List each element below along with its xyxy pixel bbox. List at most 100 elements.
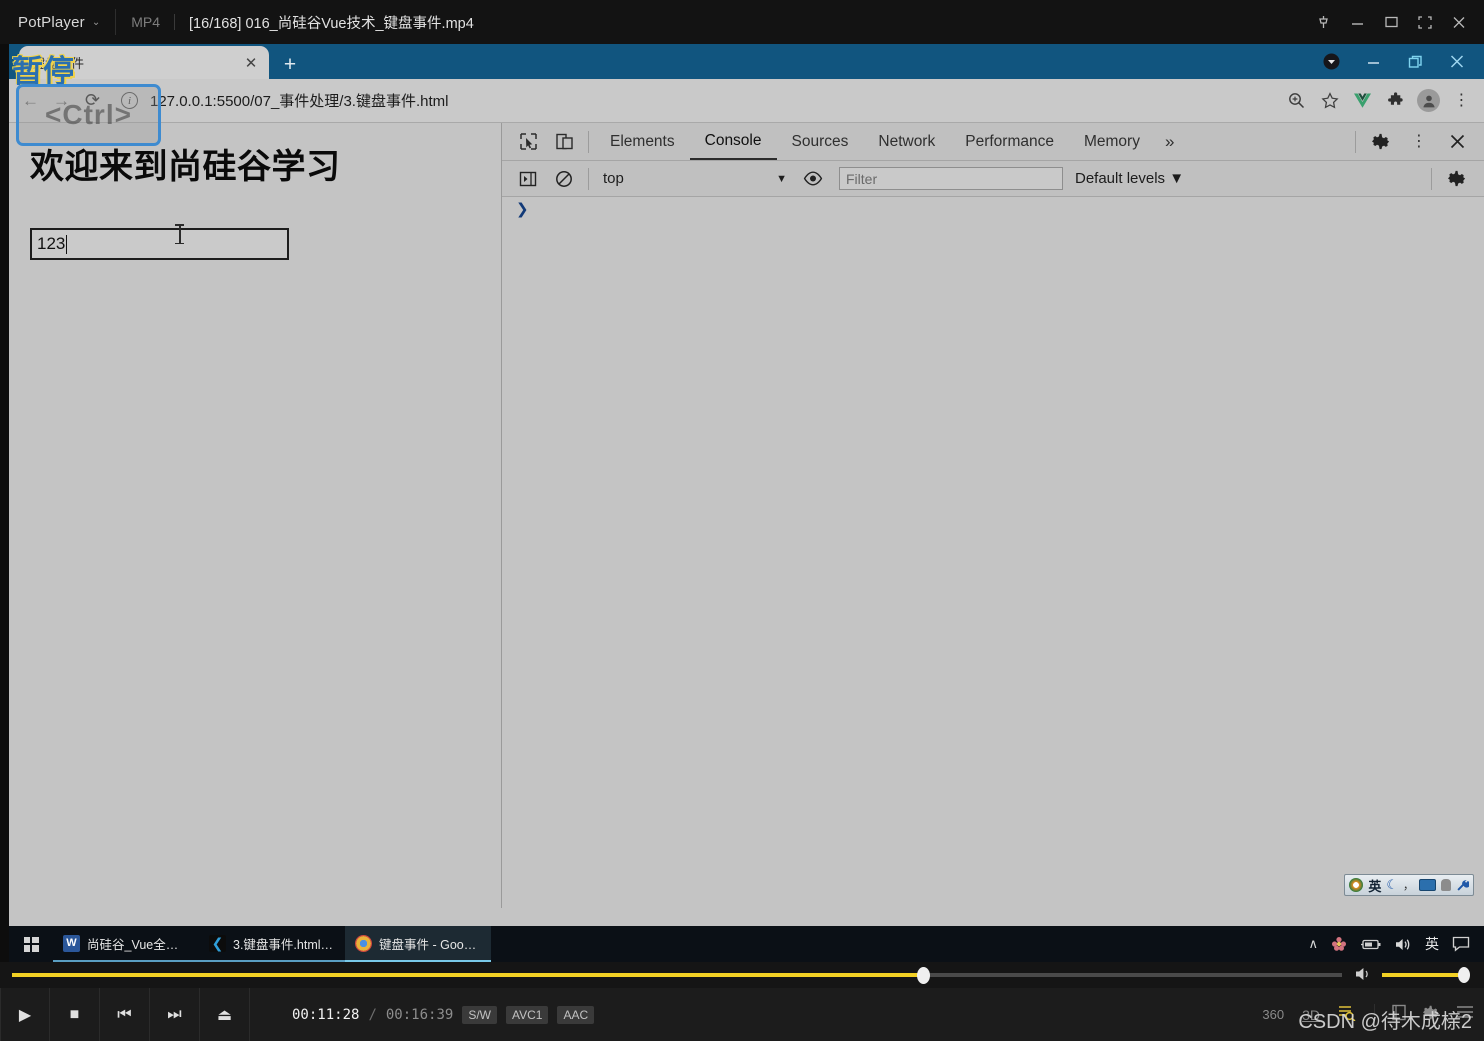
mouse-ibeam-cursor bbox=[175, 224, 184, 245]
tab-performance[interactable]: Performance bbox=[950, 123, 1069, 160]
live-expression-icon[interactable] bbox=[795, 164, 831, 194]
moon-icon[interactable]: ☾ bbox=[1386, 877, 1398, 893]
ime-tray-label[interactable]: 英 bbox=[1425, 934, 1439, 954]
more-options-icon[interactable]: ⋮ bbox=[1400, 127, 1438, 157]
chrome-browser-window: 键盘事件 ✕ + ← → ⟳ i 127.0.0.1:5500/07_事件处理/… bbox=[9, 44, 1484, 926]
console-settings-icon[interactable] bbox=[1438, 164, 1476, 194]
player-right-group bbox=[1374, 1003, 1474, 1026]
ime-floating-bar[interactable]: 英 ☾ ， bbox=[1344, 874, 1474, 896]
account-badge-icon[interactable] bbox=[1310, 46, 1352, 77]
console-output-area[interactable]: ❯ 英 ☾ ， bbox=[502, 197, 1484, 908]
titlebar-divider bbox=[115, 9, 117, 35]
zoom-in-icon[interactable] bbox=[1280, 84, 1313, 117]
volume-mute-icon[interactable] bbox=[1354, 966, 1374, 982]
input-value: 123 bbox=[37, 234, 66, 253]
bookmark-star-icon[interactable] bbox=[1313, 84, 1346, 117]
browser-toolbar: ← → ⟳ i 127.0.0.1:5500/07_事件处理/3.键盘事件.ht… bbox=[9, 79, 1484, 123]
eject-button[interactable]: ⏏ bbox=[200, 988, 250, 1041]
battery-icon[interactable] bbox=[1360, 938, 1381, 951]
seek-handle[interactable] bbox=[917, 967, 931, 984]
system-tray: ∧ 英 bbox=[1308, 934, 1484, 954]
punctuation-icon[interactable]: ， bbox=[1403, 877, 1414, 893]
list-icon[interactable] bbox=[1456, 1005, 1474, 1024]
playlist-search-icon[interactable] bbox=[1338, 1004, 1356, 1026]
previous-button[interactable]: ⏮ bbox=[100, 988, 150, 1041]
stop-button[interactable]: ■ bbox=[50, 988, 100, 1041]
execution-context-icon[interactable] bbox=[510, 164, 546, 194]
vscode-icon: ❮ bbox=[209, 934, 226, 952]
reload-button[interactable]: ⟳ bbox=[77, 85, 108, 116]
inspect-element-icon[interactable] bbox=[510, 127, 546, 157]
potplayer-app-name[interactable]: PotPlayer bbox=[0, 14, 85, 31]
minimize-icon[interactable] bbox=[1340, 6, 1374, 38]
filter-placeholder: Filter bbox=[846, 170, 878, 187]
taskbar-item-vscode[interactable]: ❮ 3.键盘事件.html - vu... bbox=[199, 926, 345, 962]
maximize-icon[interactable] bbox=[1374, 6, 1408, 38]
minimize-icon[interactable] bbox=[1352, 46, 1394, 77]
soft-keyboard-icon[interactable] bbox=[1419, 879, 1436, 891]
forward-button[interactable]: → bbox=[46, 85, 77, 116]
more-tabs-chevron-icon[interactable]: » bbox=[1155, 132, 1184, 152]
flower-icon[interactable] bbox=[1331, 936, 1347, 952]
play-button[interactable]: ▶ bbox=[0, 988, 50, 1041]
potplayer-titlebar: PotPlayer ⌄ MP4 [16/168] 016_尚硅谷Vue技术_键盘… bbox=[0, 0, 1484, 44]
seek-track[interactable] bbox=[12, 967, 1342, 984]
tab-console[interactable]: Console bbox=[689, 123, 777, 160]
fullscreen-icon[interactable] bbox=[1408, 6, 1442, 38]
clear-console-icon[interactable] bbox=[546, 164, 582, 194]
total-time: 00:16:39 bbox=[385, 1006, 454, 1023]
log-levels-dropdown[interactable]: Default levels ▼ bbox=[1075, 170, 1184, 187]
badge-audio-codec: AAC bbox=[557, 1005, 595, 1024]
address-bar[interactable]: i 127.0.0.1:5500/07_事件处理/3.键盘事件.html bbox=[115, 85, 1280, 116]
book-icon[interactable] bbox=[1391, 1004, 1407, 1026]
taskbar-item-label: 键盘事件 - Google ... bbox=[379, 937, 481, 952]
user-icon[interactable] bbox=[1441, 879, 1451, 891]
chrome-menu-icon[interactable]: ⋮ bbox=[1445, 84, 1478, 117]
tab-memory[interactable]: Memory bbox=[1069, 123, 1155, 160]
tab-close-icon[interactable]: ✕ bbox=[241, 53, 261, 73]
new-tab-button[interactable]: + bbox=[275, 51, 305, 79]
player-control-bar: ▶ ■ ⏮ ⏭ ⏏ 00:11:28 / 00:16:39 S/W AVC1 A… bbox=[0, 988, 1484, 1041]
360-icon[interactable]: 360 bbox=[1262, 1007, 1284, 1022]
extensions-puzzle-icon[interactable] bbox=[1379, 84, 1412, 117]
taskbar-item-chrome[interactable]: 键盘事件 - Google ... bbox=[345, 926, 491, 962]
back-button[interactable]: ← bbox=[15, 85, 46, 116]
sogou-logo-icon[interactable] bbox=[1349, 878, 1364, 892]
next-button[interactable]: ⏭ bbox=[150, 988, 200, 1041]
pin-icon[interactable] bbox=[1306, 6, 1340, 38]
context-value: top bbox=[603, 170, 624, 187]
tab-elements[interactable]: Elements bbox=[595, 123, 690, 160]
console-filter-input[interactable]: Filter bbox=[839, 167, 1063, 190]
volume-handle[interactable] bbox=[1458, 967, 1470, 983]
start-button[interactable] bbox=[9, 926, 53, 962]
potplayer-menu-caret-icon[interactable]: ⌄ bbox=[92, 17, 100, 28]
ime-mode-label[interactable]: 英 bbox=[1368, 876, 1381, 895]
tab-sources[interactable]: Sources bbox=[777, 123, 864, 160]
web-page-content: 欢迎来到尚硅谷学习 123 bbox=[9, 123, 501, 908]
3D-icon[interactable]: 3D bbox=[1302, 1007, 1320, 1023]
settings-gear-icon[interactable] bbox=[1362, 127, 1400, 157]
notification-icon[interactable] bbox=[1452, 936, 1470, 952]
close-icon[interactable] bbox=[1436, 46, 1478, 77]
device-toolbar-icon[interactable] bbox=[546, 127, 582, 157]
badge-video-codec: AVC1 bbox=[505, 1005, 549, 1024]
taskbar-item-word[interactable]: W 尚硅谷_Vue全家桶.d... bbox=[53, 926, 199, 962]
browser-tab[interactable]: 键盘事件 ✕ bbox=[19, 46, 269, 79]
close-devtools-icon[interactable] bbox=[1438, 127, 1476, 157]
console-filter-bar: top ▼ Filter Default levels ▼ bbox=[502, 161, 1484, 197]
settings-divider bbox=[1431, 167, 1432, 190]
execution-context-select[interactable]: top ▼ bbox=[595, 170, 795, 187]
profile-avatar-icon[interactable] bbox=[1412, 84, 1445, 117]
vue-devtools-icon[interactable] bbox=[1346, 84, 1379, 117]
tray-chevron-up-icon[interactable]: ∧ bbox=[1308, 936, 1318, 952]
volume-track[interactable] bbox=[1382, 967, 1470, 983]
console-prompt-row[interactable]: ❯ bbox=[502, 197, 1484, 220]
tab-network[interactable]: Network bbox=[863, 123, 950, 160]
tools-icon[interactable] bbox=[1456, 879, 1469, 892]
restore-icon[interactable] bbox=[1394, 46, 1436, 77]
volume-icon[interactable] bbox=[1394, 937, 1412, 952]
site-info-icon[interactable]: i bbox=[121, 92, 138, 109]
close-icon[interactable] bbox=[1442, 6, 1476, 38]
keyboard-event-input[interactable]: 123 bbox=[30, 228, 289, 260]
gear-icon[interactable] bbox=[1423, 1004, 1440, 1026]
